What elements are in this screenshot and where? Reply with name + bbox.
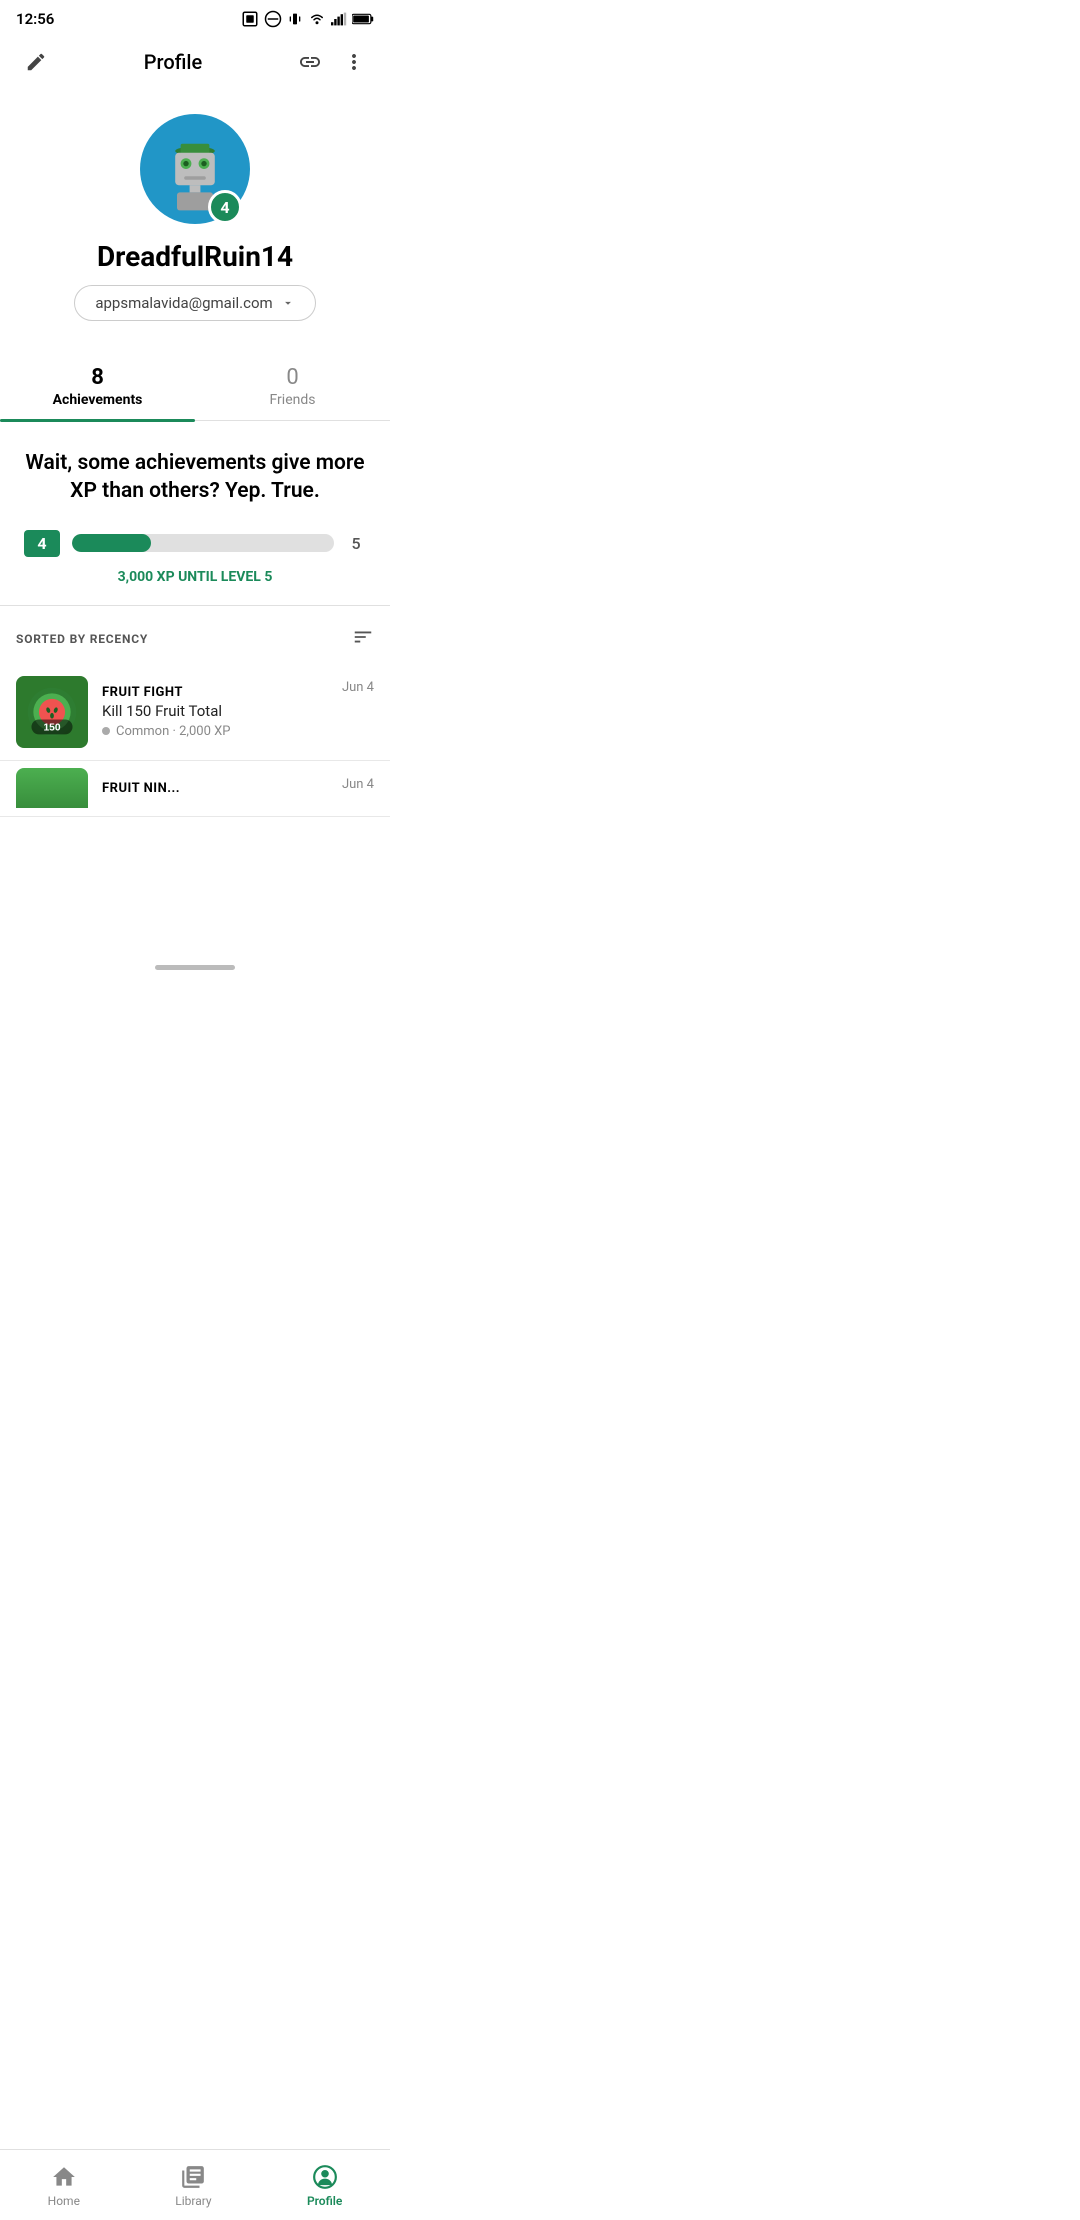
home-icon <box>51 2164 77 2190</box>
achievement-game-1: FRUIT FIGHT <box>102 685 328 700</box>
next-level: 5 <box>346 534 366 553</box>
tab-achievements[interactable]: 8 Achievements <box>0 357 195 420</box>
level-badge: 4 <box>208 190 242 224</box>
avatar-section: 4 DreadfulRuin14 appsmalavida@gmail.com <box>0 94 390 337</box>
username: DreadfulRuin14 <box>97 240 293 273</box>
achievement-item-1[interactable]: 150 FRUIT FIGHT Kill 150 Fruit Total Com… <box>0 664 390 761</box>
bottom-nav: Home Library Profile <box>0 2149 390 2220</box>
wifi-icon <box>308 12 326 26</box>
tab-active-indicator <box>0 419 195 422</box>
link-icon <box>298 50 322 74</box>
edit-button[interactable] <box>16 42 56 82</box>
page-title: Profile <box>144 50 202 74</box>
status-time: 12:56 <box>16 10 54 28</box>
achievement-list: 150 FRUIT FIGHT Kill 150 Fruit Total Com… <box>0 664 390 817</box>
top-bar: Profile <box>0 34 390 94</box>
until-label: UNTIL LEVEL 5 <box>178 569 272 585</box>
xp-until-text: 3,000 XP UNTIL LEVEL 5 <box>24 569 366 585</box>
achievement-info-2: FRUIT NIN... <box>102 781 328 796</box>
achievement-name-1: Kill 150 Fruit Total <box>102 702 328 720</box>
more-button[interactable] <box>334 42 374 82</box>
vibrate-icon <box>287 11 303 27</box>
sort-row: SORTED BY RECENCY <box>0 606 390 664</box>
progress-row: 4 5 <box>24 530 366 557</box>
xp-section: Wait, some achievements give more XP tha… <box>0 421 390 606</box>
nav-library-label: Library <box>175 2194 211 2208</box>
rarity-label-1: Common · 2,000 XP <box>116 724 230 739</box>
nav-home[interactable]: Home <box>24 2160 104 2212</box>
tab-friends[interactable]: 0 Friends <box>195 357 390 420</box>
library-icon <box>180 2164 206 2190</box>
email-text: appsmalavida@gmail.com <box>95 294 272 312</box>
nav-home-label: Home <box>48 2194 80 2208</box>
dropdown-icon <box>281 296 295 310</box>
sort-button[interactable] <box>352 626 374 652</box>
nav-profile[interactable]: Profile <box>283 2160 366 2212</box>
achievements-label: Achievements <box>53 392 143 408</box>
top-bar-actions <box>290 42 374 82</box>
nav-pill <box>155 965 235 970</box>
status-bar: 12:56 <box>0 0 390 34</box>
profile-nav-icon <box>312 2164 338 2190</box>
do-not-disturb-icon <box>264 10 282 28</box>
svg-text:150: 150 <box>43 722 60 733</box>
progress-bar-fill <box>72 534 151 552</box>
link-button[interactable] <box>290 42 330 82</box>
battery-icon <box>352 13 374 25</box>
email-selector[interactable]: appsmalavida@gmail.com <box>74 285 315 321</box>
achievements-count: 8 <box>91 365 104 390</box>
xp-amount: 3,000 XP <box>118 569 175 585</box>
more-icon <box>342 50 366 74</box>
achievement-date-2: Jun 4 <box>342 777 374 792</box>
watermelon-svg: 150 <box>24 684 80 740</box>
sort-label: SORTED BY RECENCY <box>16 632 148 646</box>
achievement-icon-1: 150 <box>16 676 88 748</box>
nav-library[interactable]: Library <box>151 2160 235 2212</box>
xp-message: Wait, some achievements give more XP tha… <box>24 449 366 506</box>
achievement-date-1: Jun 4 <box>342 680 374 695</box>
current-level: 4 <box>24 530 60 557</box>
nav-profile-label: Profile <box>307 2194 342 2208</box>
achievement-meta-1: Common · 2,000 XP <box>102 724 328 739</box>
achievement-game-2: FRUIT NIN... <box>102 781 328 796</box>
screenshot-icon <box>241 10 259 28</box>
sort-icon <box>352 626 374 648</box>
avatar-container[interactable]: 4 <box>140 114 250 224</box>
signal-icon <box>331 12 347 26</box>
achievement-info-1: FRUIT FIGHT Kill 150 Fruit Total Common … <box>102 685 328 739</box>
status-icons <box>241 10 374 28</box>
achievement-item-2[interactable]: FRUIT NIN... Jun 4 <box>0 761 390 817</box>
achievement-icon-2 <box>16 768 88 808</box>
friends-count: 0 <box>286 365 298 390</box>
edit-icon <box>25 51 47 73</box>
friends-label: Friends <box>270 392 316 408</box>
rarity-dot-1 <box>102 727 110 735</box>
tabs-section: 8 Achievements 0 Friends <box>0 357 390 421</box>
progress-bar-container <box>72 534 334 552</box>
nav-indicator <box>0 957 390 986</box>
